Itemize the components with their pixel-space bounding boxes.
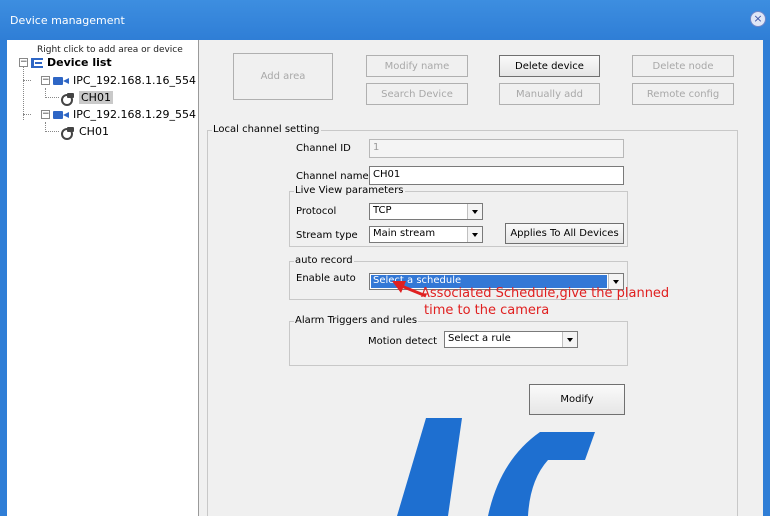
device-tree-panel: Right click to add area or device − Devi… [7, 40, 199, 516]
annotation-line-2: time to the camera [424, 303, 550, 318]
tree-device[interactable]: − IPC_192.168.1.16_554 [41, 73, 196, 88]
stream-type-select[interactable]: Main stream [369, 226, 483, 243]
stream-type-value: Main stream [373, 228, 436, 239]
alarm-legend: Alarm Triggers and rules [294, 315, 419, 326]
protocol-value: TCP [373, 205, 392, 216]
delete-device-button[interactable]: Delete device [499, 55, 600, 77]
channel-name-label: Channel name [296, 171, 369, 182]
enable-auto-label: Enable auto [296, 273, 356, 284]
manually-add-button[interactable]: Manually add [499, 83, 600, 105]
dropdown-arrow-icon[interactable] [467, 227, 482, 242]
delete-node-button[interactable]: Delete node [632, 55, 734, 77]
dropdown-arrow-icon[interactable] [467, 204, 482, 219]
channel-label: CH01 [79, 125, 109, 138]
local-channel-legend: Local channel setting [212, 124, 321, 135]
window-title: Device management [10, 14, 125, 27]
tree-connector [45, 97, 59, 98]
modify-name-button[interactable]: Modify name [366, 55, 468, 77]
tree-channel[interactable]: CH01 [61, 90, 113, 106]
protocol-select[interactable]: TCP [369, 203, 483, 220]
channel-id-field[interactable]: 1 [369, 139, 624, 158]
main-panel: Add area Modify name Delete device Delet… [200, 40, 763, 516]
dropdown-arrow-icon[interactable] [562, 332, 577, 347]
close-button[interactable]: × [750, 11, 766, 27]
tree-channel[interactable]: CH01 [61, 124, 109, 140]
tree-device[interactable]: − IPC_192.168.1.29_554 [41, 107, 196, 122]
annotation-line-1: Associated Schedule,give the planned [421, 286, 670, 301]
camera-icon [53, 76, 69, 85]
auto-record-legend: auto record [294, 255, 354, 266]
add-area-button[interactable]: Add area [233, 53, 333, 100]
window-frame-left [0, 40, 7, 516]
channel-icon [61, 126, 75, 140]
collapse-icon[interactable]: − [41, 76, 50, 85]
title-bar: Device management × [0, 0, 770, 40]
tree-connector [23, 80, 31, 81]
remote-config-button[interactable]: Remote config [632, 83, 734, 105]
collapse-icon[interactable]: − [41, 110, 50, 119]
stream-type-label: Stream type [296, 230, 358, 241]
device-label: IPC_192.168.1.16_554 [73, 74, 197, 87]
tree-connector [23, 66, 24, 120]
tree-root[interactable]: − Device list [19, 55, 112, 70]
list-icon [31, 57, 43, 68]
tree-connector [23, 114, 31, 115]
channel-label: CH01 [79, 91, 113, 104]
protocol-label: Protocol [296, 206, 337, 217]
channel-id-label: Channel ID [296, 143, 351, 154]
motion-detect-label: Motion detect [368, 336, 438, 347]
modify-button[interactable]: Modify [529, 384, 625, 415]
close-icon: × [753, 12, 763, 25]
apply-all-devices-button[interactable]: Applies To All Devices [505, 223, 624, 244]
collapse-icon[interactable]: − [19, 58, 28, 67]
device-label: IPC_192.168.1.29_554 [73, 108, 197, 121]
alarm-rule-select[interactable]: Select a rule [444, 331, 578, 348]
tree-hint: Right click to add area or device [37, 45, 183, 55]
tree-root-label: Device list [47, 56, 112, 69]
live-view-legend: Live View parameters [294, 185, 405, 196]
channel-icon [61, 92, 75, 106]
tree-connector [45, 131, 59, 132]
alarm-rule-value: Select a rule [448, 333, 511, 344]
window-frame-right [763, 40, 770, 516]
search-device-button[interactable]: Search Device [366, 83, 468, 105]
camera-icon [53, 110, 69, 119]
channel-name-field[interactable]: CH01 [369, 166, 624, 185]
